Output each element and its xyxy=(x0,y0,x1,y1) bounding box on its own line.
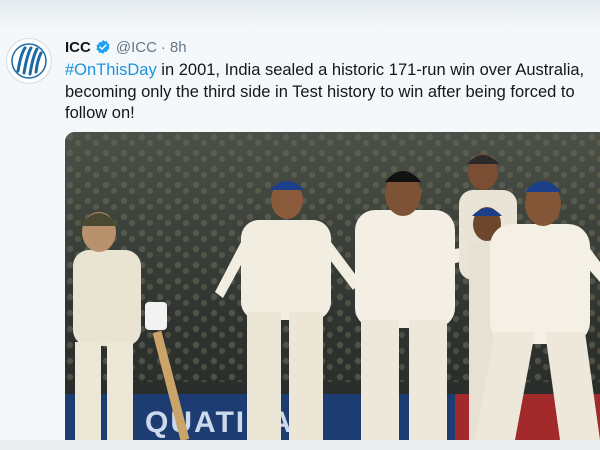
cricket-celebration-image: QUATINA xyxy=(65,132,600,440)
tweet-timestamp[interactable]: 8h xyxy=(170,39,187,56)
hashtag-link[interactable]: #OnThisDay xyxy=(65,61,157,79)
author-avatar[interactable] xyxy=(6,38,52,84)
tweet-header: ICC @ICC · 8h xyxy=(65,37,187,57)
tweet-text: #OnThisDay in 2001, India sealed a histo… xyxy=(65,60,585,125)
tweet-photo[interactable]: QUATINA xyxy=(65,132,600,440)
author-handle[interactable]: @ICC xyxy=(116,39,157,56)
author-name[interactable]: ICC xyxy=(65,39,91,56)
top-bar xyxy=(0,0,600,26)
icc-logo-icon xyxy=(11,43,47,79)
separator-dot: · xyxy=(160,38,166,56)
bottom-divider xyxy=(0,440,600,450)
verified-badge-icon xyxy=(96,40,110,54)
